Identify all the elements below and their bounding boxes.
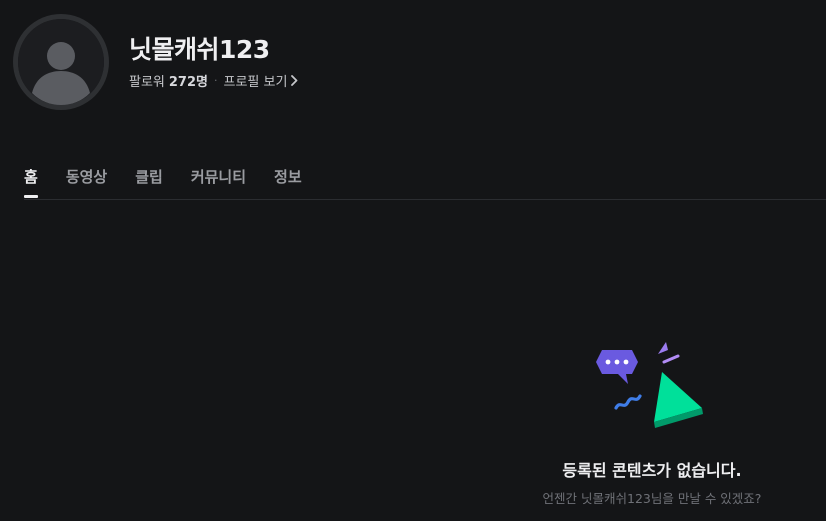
empty-state-subtitle: 언젠간 닛몰캐쉬123님을 만날 수 있겠죠? [542,491,762,506]
channel-page: 닛몰캐쉬123 팔로워 272명 · 프로필 보기 홈 동영상 클립 커뮤니티 … [0,0,826,521]
tab-videos[interactable]: 동영상 [66,166,107,187]
view-profile-link[interactable]: 프로필 보기 [224,71,299,90]
view-profile-label: 프로필 보기 [223,75,288,90]
tab-home[interactable]: 홈 [24,166,38,198]
channel-avatar [13,14,109,110]
chevron-right-icon [291,75,298,86]
empty-content-illustration [596,342,703,428]
speech-bubble-icon [596,350,638,384]
default-avatar-icon [18,19,104,105]
followers-label: 팔로워 [129,75,165,90]
tab-about[interactable]: 정보 [274,166,302,187]
empty-state-title: 등록된 콘텐츠가 없습니다. [562,461,742,480]
meta-separator: · [214,74,218,87]
channel-name: 닛몰캐쉬123 [129,35,270,64]
tab-divider [24,199,826,200]
followers-count: 272명 [168,75,208,90]
channel-tabs: 홈 동영상 클립 커뮤니티 정보 [24,166,330,198]
channel-meta: 팔로워 272명 · 프로필 보기 [129,71,298,90]
tab-community[interactable]: 커뮤니티 [191,166,246,187]
tab-clips[interactable]: 클립 [135,166,163,187]
